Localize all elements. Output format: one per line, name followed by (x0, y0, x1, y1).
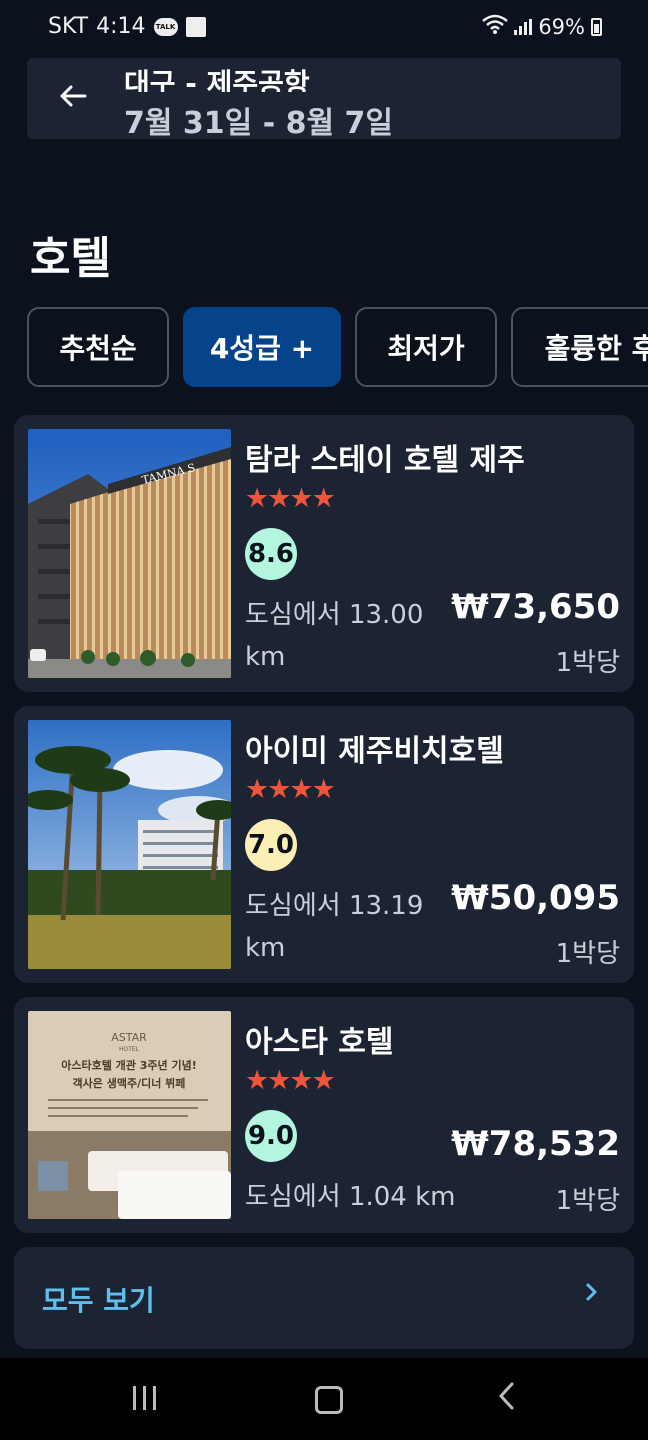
rating-badge: 9.0 (245, 1110, 297, 1162)
arrow-left-icon (60, 85, 87, 107)
hotel-name: 탐라 스테이 호텔 제주 (245, 443, 525, 478)
hotel-name: 아스타 호텔 (245, 1025, 394, 1060)
distance-text: 도심에서 1.04 km (245, 1182, 456, 1212)
filter-chip-lowest-price[interactable]: 최저가 (355, 307, 497, 387)
route-dates: 7월 31일 - 8월 7일 (124, 106, 393, 141)
star-rating-icon: ★★★★ (245, 1065, 336, 1096)
ad-line-1: 아스타호텔 개관 3주년 기념! (61, 1058, 196, 1072)
rating-badge: 8.6 (245, 528, 297, 580)
distance-text: 도심에서 13.00 km (245, 600, 424, 672)
hotel-card[interactable]: TAMNA S 탐라 스테이 호텔 제주 ★★★★ 8.6 도심에서 13.00… (14, 415, 634, 692)
hotel-name: 아이미 제주비치호텔 (245, 734, 504, 769)
see-all-label: 모두 보기 (42, 1284, 155, 1317)
filter-chips: 추천순 4성급 + 최저가 훌륭한 후 (27, 307, 648, 387)
talk-icon: TALK (153, 17, 178, 36)
ad-brand: ASTAR (111, 1031, 147, 1044)
home-icon[interactable] (315, 1386, 343, 1414)
battery-icon (591, 17, 602, 36)
per-night-label: 1박당 (555, 1186, 620, 1216)
rating-badge: 7.0 (245, 819, 297, 871)
route-header: 대구 - 제주공항 7월 31일 - 8월 7일 (27, 58, 621, 141)
hotel-card[interactable]: ASTAR HOTEL 아스타호텔 개관 3주년 기념! 객사은 생맥주/디너 … (14, 997, 634, 1233)
back-icon[interactable] (496, 1380, 516, 1420)
status-bar: SKT 4:14 TALK 69% (0, 0, 648, 54)
status-right: 69% (482, 14, 602, 39)
battery-percent: 69% (538, 14, 585, 39)
recents-icon[interactable] (133, 1386, 156, 1410)
price: ₩50,095 (451, 878, 620, 918)
per-night-label: 1박당 (555, 939, 620, 969)
filter-chip-4star[interactable]: 4성급 + (183, 307, 341, 387)
price: ₩73,650 (451, 587, 620, 627)
star-rating-icon: ★★★★ (245, 483, 336, 514)
hotel-photo (28, 720, 231, 969)
see-all-button[interactable]: 모두 보기 (14, 1247, 634, 1349)
page-title: 호텔 (30, 233, 111, 284)
hotel-photo: TAMNA S (28, 429, 231, 678)
per-night-label: 1박당 (555, 648, 620, 678)
status-left: SKT 4:14 TALK (48, 14, 206, 39)
hotel-card[interactable]: 아이미 제주비치호텔 ★★★★ 7.0 도심에서 13.19 km ₩50,09… (14, 706, 634, 983)
carrier-label: SKT (48, 14, 89, 39)
clock: 4:14 (96, 14, 146, 39)
ad-sub: HOTEL (119, 1046, 140, 1053)
wifi-icon (482, 14, 509, 39)
ad-line-2: 객사은 생맥주/디너 뷔페 (73, 1076, 186, 1090)
chevron-right-icon (582, 1277, 602, 1315)
distance-text: 도심에서 13.19 km (245, 891, 424, 963)
star-rating-icon: ★★★★ (245, 774, 336, 805)
filter-chip-excellent-reviews[interactable]: 훌륭한 후 (511, 307, 648, 387)
signal-icon (514, 18, 533, 35)
filter-chip-recommended[interactable]: 추천순 (27, 307, 169, 387)
price: ₩78,532 (451, 1124, 620, 1164)
note-icon (185, 16, 206, 37)
hotel-photo: ASTAR HOTEL 아스타호텔 개관 3주년 기념! 객사은 생맥주/디너 … (28, 1011, 231, 1219)
route-title: 대구 - 제주공항 (124, 67, 310, 92)
back-button[interactable] (57, 80, 93, 116)
system-nav-bar (0, 1358, 648, 1440)
